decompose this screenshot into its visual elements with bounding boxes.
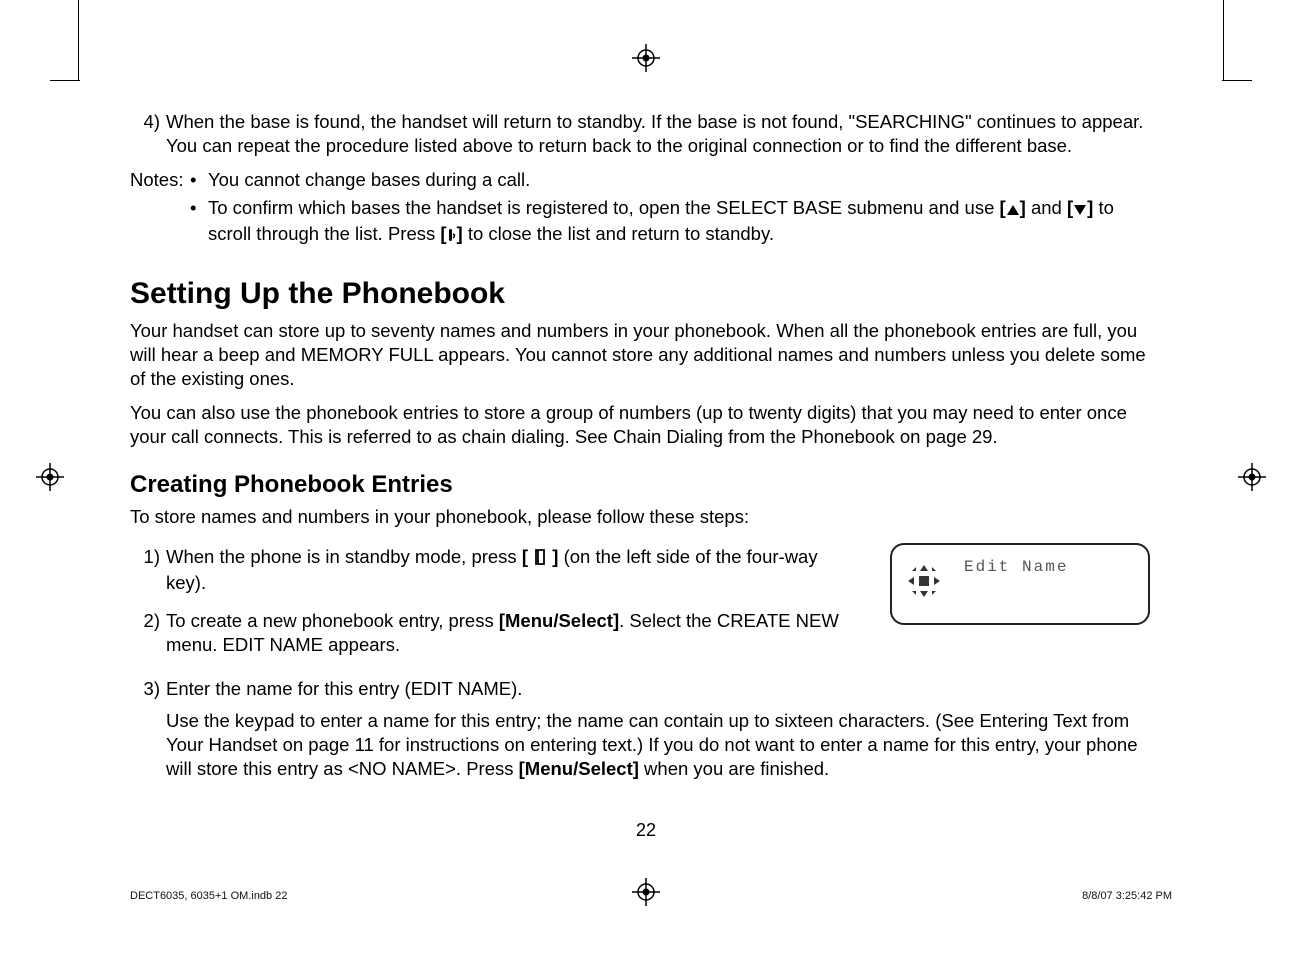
screen-text: Edit Name: [964, 557, 1068, 578]
footer-timestamp: 8/8/07 3:25:42 PM: [1082, 890, 1172, 902]
notes-label: Notes:: [130, 168, 190, 252]
key-label: [Menu/Select]: [519, 758, 639, 779]
step-text: When the phone is in standby mode, press…: [166, 545, 850, 595]
registration-mark-icon: [1238, 463, 1266, 491]
step-text: Use the keypad to enter a name for this …: [166, 709, 1150, 781]
step-number: 3): [130, 677, 166, 781]
phone-screen-illustration: Edit Name: [890, 543, 1150, 625]
step-1: 1) When the phone is in standby mode, pr…: [130, 545, 850, 595]
paragraph: Your handset can store up to seventy nam…: [130, 319, 1150, 391]
registration-mark-icon: [36, 463, 64, 491]
step-text: To create a new phonebook entry, press […: [166, 609, 850, 657]
step-2: 2) To create a new phonebook entry, pres…: [130, 609, 850, 657]
key-label: ]: [547, 546, 558, 567]
notes-block: Notes: • You cannot change bases during …: [130, 168, 1150, 252]
phonebook-icon: [533, 547, 547, 571]
note-item: • To confirm which bases the handset is …: [190, 196, 1150, 248]
up-arrow-icon: [1006, 198, 1020, 222]
steps-with-screen: 1) When the phone is in standby mode, pr…: [130, 539, 1150, 671]
note-text: You cannot change bases during a call.: [208, 168, 1150, 192]
paragraph: To store names and numbers in your phone…: [130, 505, 1150, 529]
heading-creating-entries: Creating Phonebook Entries: [130, 469, 1150, 500]
step-text: Enter the name for this entry (EDIT NAME…: [166, 677, 1150, 701]
step-text: When the base is found, the handset will…: [166, 110, 1150, 158]
registration-mark-icon: [632, 44, 660, 72]
page-number: 22: [0, 820, 1292, 841]
bullet-icon: •: [190, 168, 208, 192]
paragraph: You can also use the phonebook entries t…: [130, 401, 1150, 449]
crop-mark: [50, 80, 80, 81]
registration-mark-icon: [632, 878, 660, 906]
step-number: 1): [130, 545, 166, 595]
crop-mark: [78, 0, 79, 80]
talk-off-icon: [447, 224, 457, 248]
bullet-icon: •: [190, 196, 208, 248]
crop-mark: [1222, 80, 1252, 81]
heading-setting-up-phonebook: Setting Up the Phonebook: [130, 274, 1150, 313]
step-3: 3) Enter the name for this entry (EDIT N…: [130, 677, 1150, 781]
step-number: 4): [130, 110, 166, 158]
footer-filename: DECT6035, 6035+1 OM.indb 22: [130, 890, 287, 902]
step-4: 4) When the base is found, the handset w…: [130, 110, 1150, 158]
down-arrow-icon: [1073, 198, 1087, 222]
page-content: 4) When the base is found, the handset w…: [130, 110, 1150, 795]
key-label: [Menu/Select]: [499, 610, 619, 631]
crop-mark: [1223, 0, 1224, 80]
key-label: [: [522, 546, 528, 567]
note-item: • You cannot change bases during a call.: [190, 168, 1150, 192]
step-number: 2): [130, 609, 166, 657]
four-way-nav-icon: [902, 559, 946, 603]
note-text: To confirm which bases the handset is re…: [208, 196, 1150, 248]
